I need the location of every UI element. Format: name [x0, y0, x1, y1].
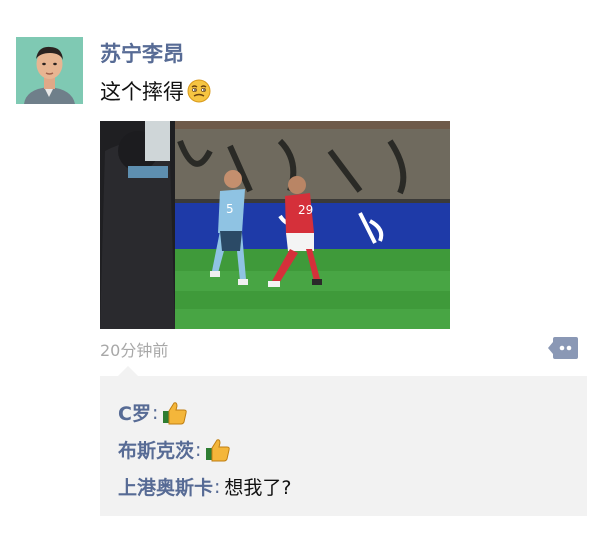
- post-timestamp: 20分钟前: [100, 341, 169, 360]
- thumbs-up-icon: [205, 438, 231, 462]
- comment-separator: :: [195, 438, 202, 461]
- comment-author[interactable]: 布斯克茨: [118, 436, 194, 463]
- comment-separator: :: [151, 401, 159, 424]
- comment-item: C罗 :: [118, 394, 569, 431]
- comment-bubble-icon: [548, 337, 578, 359]
- post-text: 这个摔得: [100, 76, 212, 106]
- post-image[interactable]: 5 29: [100, 121, 450, 329]
- comment-separator: :: [214, 475, 221, 498]
- smirk-face-emoji-icon: [186, 78, 212, 104]
- comment-item: 上港奥斯卡 : 想我了?: [118, 468, 569, 505]
- comment-author[interactable]: 上港奥斯卡: [118, 473, 213, 500]
- comments-caret: [118, 366, 138, 376]
- comment-more-button[interactable]: [548, 337, 578, 359]
- svg-text:29: 29: [298, 203, 313, 217]
- comments-list: C罗 : 布斯克茨 : 上港奥斯卡 : 想我了?: [100, 376, 587, 516]
- post-username[interactable]: 苏宁李昂: [100, 38, 184, 68]
- avatar[interactable]: [16, 37, 83, 104]
- comment-author[interactable]: C罗: [118, 399, 151, 426]
- svg-text:5: 5: [226, 202, 234, 216]
- comment-text: 想我了?: [224, 477, 292, 499]
- comment-item: 布斯克茨 :: [118, 431, 569, 468]
- thumbs-up-icon: [162, 401, 188, 425]
- post-text-content: 这个摔得: [100, 80, 184, 104]
